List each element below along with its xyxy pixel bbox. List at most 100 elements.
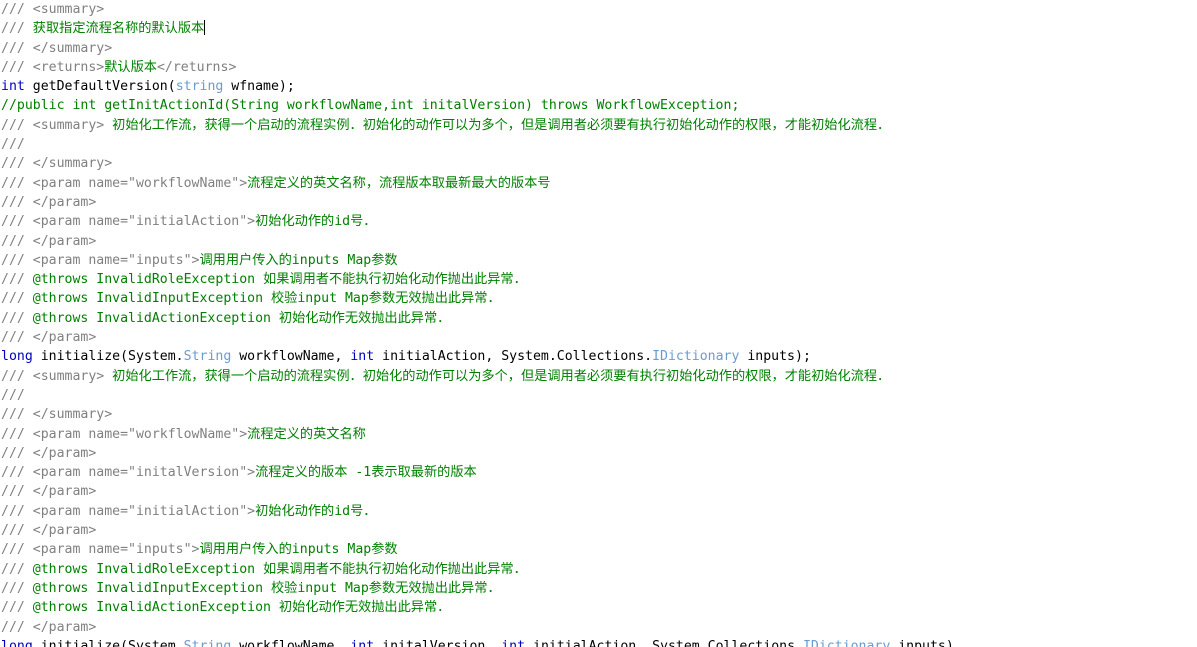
code-token: @throws InvalidActionException 初始化动作无效抛出… <box>32 310 451 326</box>
code-token: workflowName, <box>231 638 351 647</box>
code-line[interactable]: /// @throws InvalidActionException 初始化动作… <box>0 309 1197 328</box>
code-token: /// <box>1 40 33 56</box>
code-editor-surface[interactable]: /// <summary>/// 获取指定流程名称的默认版本/// </summ… <box>0 0 1197 647</box>
code-line[interactable]: //public int getInitActionId(String work… <box>0 96 1197 115</box>
code-token: inputs) <box>890 638 954 647</box>
code-line[interactable]: /// <returns>默认版本</returns> <box>0 58 1197 77</box>
code-token: /// <box>1 117 33 133</box>
code-token: <returns> <box>32 59 105 75</box>
code-token: </summary> <box>32 156 113 172</box>
code-token: </param> <box>32 619 97 635</box>
code-token: long <box>1 349 33 365</box>
code-text-area[interactable]: /// <summary>/// 获取指定流程名称的默认版本/// </summ… <box>0 0 1197 647</box>
code-token: int <box>501 638 526 647</box>
code-token: /// <box>1 368 33 384</box>
code-token: String <box>183 638 232 647</box>
code-token: inputs); <box>739 349 811 365</box>
code-line[interactable]: /// <param name="inputs">调用用户传入的inputs M… <box>0 540 1197 559</box>
code-line[interactable]: /// <param name="inputs">调用用户传入的inputs M… <box>0 251 1197 270</box>
code-token: IDictionary <box>652 349 740 365</box>
code-token: </param> <box>32 484 97 500</box>
code-token: /// <box>1 310 33 326</box>
code-token: /// <box>1 407 33 423</box>
code-token: long <box>1 638 33 647</box>
code-line[interactable]: /// </param> <box>0 482 1197 501</box>
code-token: /// <box>1 484 33 500</box>
code-token: @throws InvalidActionException 初始化动作无效抛出… <box>32 600 451 616</box>
code-token: /// <box>1 59 33 75</box>
code-token: </summary> <box>32 40 113 56</box>
code-line[interactable]: /// <param name="workflowName">流程定义的英文名称… <box>0 174 1197 193</box>
code-token: /// <box>1 330 33 346</box>
code-line[interactable]: /// @throws InvalidRoleException 如果调用者不能… <box>0 270 1197 289</box>
code-token: 默认版本 <box>104 59 157 75</box>
code-line[interactable]: /// <summary> 初始化工作流，获得一个启动的流程实例．初始化的动作可… <box>0 116 1197 135</box>
code-token: /// <box>1 523 33 539</box>
code-line[interactable]: /// </param> <box>0 193 1197 212</box>
code-token: /// <box>1 2 33 17</box>
code-line[interactable]: /// <summary> <box>0 0 1197 19</box>
code-token: </summary> <box>32 407 113 423</box>
code-token: </param> <box>32 330 97 346</box>
code-token: initialize(System. <box>32 638 184 647</box>
code-line[interactable]: /// @throws InvalidRoleException 如果调用者不能… <box>0 560 1197 579</box>
code-line[interactable]: long initialize(System.String workflowNa… <box>0 347 1197 366</box>
code-line[interactable]: /// <summary> 初始化工作流，获得一个启动的流程实例．初始化的动作可… <box>0 367 1197 386</box>
code-line[interactable]: /// </param> <box>0 328 1197 347</box>
code-line[interactable]: /// </param> <box>0 232 1197 251</box>
code-line[interactable]: /// </summary> <box>0 39 1197 58</box>
code-line[interactable]: /// </summary> <box>0 154 1197 173</box>
code-token: 流程定义的英文名称 <box>247 426 366 442</box>
code-token: IDictionary <box>802 638 891 647</box>
code-token: <param name="initalVersion"> <box>32 465 256 481</box>
code-token: 调用用户传入的inputs Map参数 <box>199 252 398 268</box>
code-token: /// <box>1 194 33 210</box>
text-caret <box>204 20 206 36</box>
code-token: </param> <box>32 523 97 539</box>
code-line[interactable]: /// <param name="initialAction">初始化动作的id… <box>0 502 1197 521</box>
code-token: initialAction, System.Collections. <box>525 638 803 647</box>
code-line[interactable]: /// </param> <box>0 444 1197 463</box>
code-line[interactable]: int getDefaultVersion(string wfname); <box>0 77 1197 96</box>
code-token: workflowName, <box>231 349 351 365</box>
code-token: 流程定义的英文名称，流程版本取最新最大的版本号 <box>247 175 551 191</box>
code-line[interactable]: /// <param name="initialAction">初始化动作的id… <box>0 212 1197 231</box>
code-line[interactable]: /// @throws InvalidActionException 初始化动作… <box>0 598 1197 617</box>
code-token: initialAction, System.Collections. <box>374 349 653 365</box>
code-token: @throws InvalidRoleException 如果调用者不能执行初始… <box>32 272 527 288</box>
code-token: string <box>175 79 224 95</box>
code-token: /// <box>1 445 33 461</box>
code-line[interactable]: /// </summary> <box>0 405 1197 424</box>
code-token: /// <box>1 214 33 230</box>
code-token: int <box>350 638 375 647</box>
code-token: </param> <box>32 194 97 210</box>
code-token: /// <box>1 272 33 288</box>
code-token: getDefaultVersion( <box>24 79 176 95</box>
code-line[interactable]: /// </param> <box>0 521 1197 540</box>
code-token: /// <box>1 561 33 577</box>
code-line[interactable]: /// <param name="workflowName">流程定义的英文名称 <box>0 425 1197 444</box>
code-token: <summary> <box>32 117 105 133</box>
code-token: <param name="workflowName"> <box>32 175 248 191</box>
code-line[interactable]: /// </param> <box>0 618 1197 637</box>
code-token: /// <box>1 503 33 519</box>
code-token: /// <box>1 387 25 403</box>
code-token: 获取指定流程名称的默认版本 <box>32 21 205 37</box>
code-line[interactable]: long initialize(System.String workflowNa… <box>0 637 1197 647</box>
code-token: /// <box>1 156 33 172</box>
code-line[interactable]: /// <param name="initalVersion">流程定义的版本 … <box>0 463 1197 482</box>
code-token: /// <box>1 291 33 307</box>
code-line[interactable]: /// <box>0 386 1197 405</box>
code-line[interactable]: /// 获取指定流程名称的默认版本 <box>0 19 1197 38</box>
code-token: /// <box>1 21 33 37</box>
code-line[interactable]: /// @throws InvalidInputException 校验inpu… <box>0 579 1197 598</box>
code-token: int <box>1 79 25 95</box>
code-token: /// <box>1 233 33 249</box>
code-token: <param name="workflowName"> <box>32 426 248 442</box>
code-token: /// <box>1 426 33 442</box>
code-line[interactable]: /// @throws InvalidInputException 校验inpu… <box>0 289 1197 308</box>
code-token: <param name="initialAction"> <box>32 214 256 230</box>
code-line[interactable]: /// <box>0 135 1197 154</box>
code-token: @throws InvalidInputException 校验input Ma… <box>32 291 501 307</box>
code-token: <param name="inputs"> <box>32 252 200 268</box>
